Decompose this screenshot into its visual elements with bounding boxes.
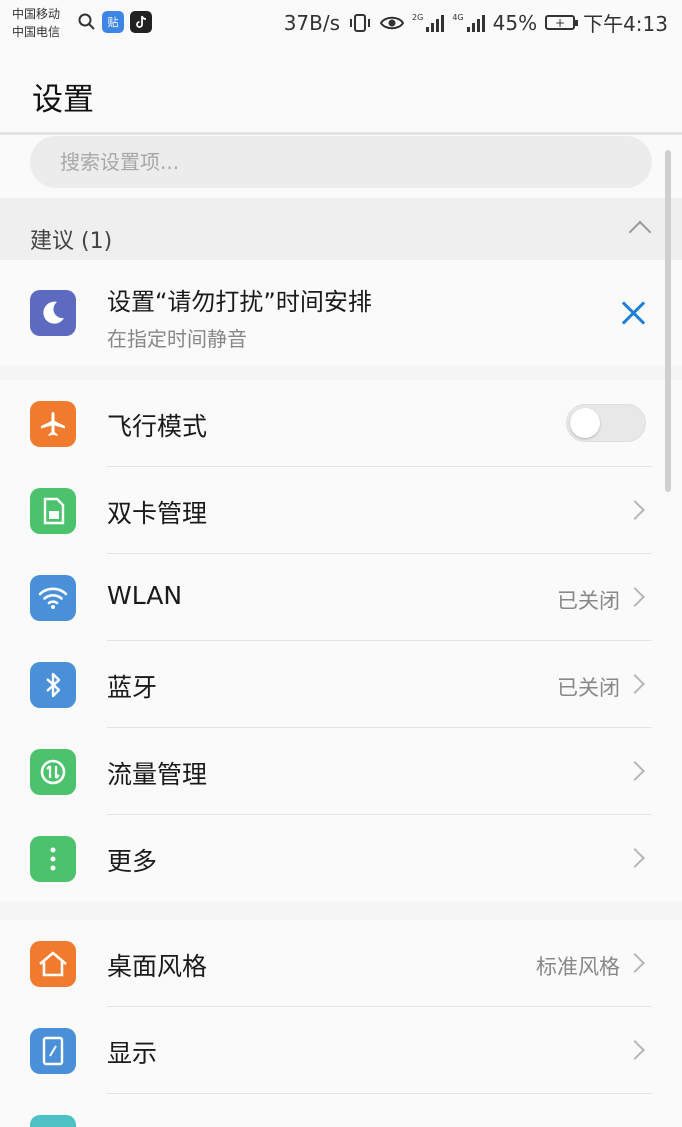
search-icon — [78, 13, 95, 30]
signal-2g-icon: 2G — [412, 12, 445, 32]
row-wlan[interactable]: WLAN 已关闭 — [0, 554, 682, 641]
notification-icons: 贴 — [78, 11, 152, 33]
signal-4g-tag: 4G — [452, 12, 464, 22]
wifi-icon — [30, 575, 76, 621]
chevron-up-icon[interactable] — [628, 220, 652, 244]
row-value: 已关闭 — [557, 589, 620, 613]
toggle-knob — [570, 408, 600, 438]
row-label: 流量管理 — [107, 760, 208, 789]
chevron-right-icon — [625, 500, 645, 520]
suggestion-text: 设置“请勿打扰”时间安排 在指定时间静音 — [107, 282, 372, 352]
airplane-icon — [30, 401, 76, 447]
chevron-right-icon — [625, 674, 645, 694]
settings-group-network: 飞行模式 双卡管理 WLAN 已关闭 蓝牙 已关闭 流量管理 更多 — [0, 380, 682, 902]
more-icon — [30, 836, 76, 882]
tieba-app-label: 贴 — [107, 16, 119, 29]
carrier-info: 中国移动 中国电信 — [12, 5, 60, 41]
row-data-usage[interactable]: 流量管理 — [0, 728, 682, 815]
row-label: 显示 — [107, 1039, 158, 1068]
title-bar: 设置 — [0, 46, 682, 135]
chevron-right-icon — [625, 953, 645, 973]
page-title: 设置 — [32, 82, 94, 118]
tieba-app-icon: 贴 — [102, 11, 124, 33]
sim-card-icon — [30, 488, 76, 534]
row-more[interactable]: 更多 — [0, 815, 682, 902]
carrier-1: 中国移动 — [12, 7, 61, 21]
suggestions-title: 建议 (1) — [30, 229, 113, 254]
row-value: 标准风格 — [536, 955, 620, 979]
suggestion-subtitle: 在指定时间静音 — [107, 327, 247, 351]
data-usage-icon — [30, 749, 76, 795]
tiktok-app-icon — [130, 11, 152, 33]
search-input[interactable] — [30, 136, 652, 188]
row-bluetooth[interactable]: 蓝牙 已关闭 — [0, 641, 682, 728]
chevron-right-icon — [625, 848, 645, 868]
row-dual-sim[interactable]: 双卡管理 — [0, 467, 682, 554]
status-right: 37B/s 2G 4G 45% + 下午4:13 — [284, 8, 668, 37]
row-home-style[interactable]: 桌面风格 标准风格 — [0, 920, 682, 1007]
row-display[interactable]: 显示 — [0, 1007, 682, 1094]
sound-icon — [30, 1115, 76, 1127]
suggestion-item-dnd[interactable]: 设置“请勿打扰”时间安排 在指定时间静音 — [0, 260, 682, 366]
search-area — [0, 135, 682, 198]
chevron-right-icon — [625, 587, 645, 607]
signal-2g-tag: 2G — [412, 12, 424, 22]
net-speed: 37B/s — [283, 10, 341, 35]
signal-4g-icon: 4G — [452, 12, 485, 32]
row-label: 蓝牙 — [107, 673, 158, 702]
settings-group-display: 桌面风格 标准风格 显示 — [0, 920, 682, 1127]
row-label: WLAN — [107, 581, 183, 610]
scrollbar[interactable] — [665, 150, 671, 492]
clock: 下午4:13 — [583, 12, 668, 36]
close-icon[interactable] — [618, 298, 648, 328]
vibrate-icon — [350, 13, 371, 32]
row-value: 已关闭 — [557, 676, 620, 700]
row-label: 飞行模式 — [107, 412, 208, 441]
battery-icon: + — [545, 15, 579, 30]
row-sound[interactable] — [0, 1094, 682, 1127]
row-label: 双卡管理 — [107, 499, 208, 528]
airplane-mode-toggle[interactable] — [566, 404, 646, 442]
status-bar: 中国移动 中国电信 贴 37B/s 2G 4G 45% + 下午4:13 — [0, 0, 682, 46]
eye-comfort-icon — [380, 16, 405, 29]
row-label: 桌面风格 — [107, 952, 208, 981]
row-label: 更多 — [107, 847, 158, 876]
home-icon — [30, 941, 76, 987]
moon-icon — [30, 290, 76, 336]
row-airplane-mode[interactable]: 飞行模式 — [0, 380, 682, 467]
display-icon — [30, 1028, 76, 1074]
battery-percent: 45% — [492, 10, 538, 35]
suggestions-header[interactable]: 建议 (1) — [0, 198, 682, 260]
bluetooth-icon — [30, 662, 76, 708]
suggestion-title: 设置“请勿打扰”时间安排 — [107, 288, 372, 316]
chevron-right-icon — [625, 761, 645, 781]
carrier-2: 中国电信 — [12, 25, 61, 39]
chevron-right-icon — [625, 1040, 645, 1060]
